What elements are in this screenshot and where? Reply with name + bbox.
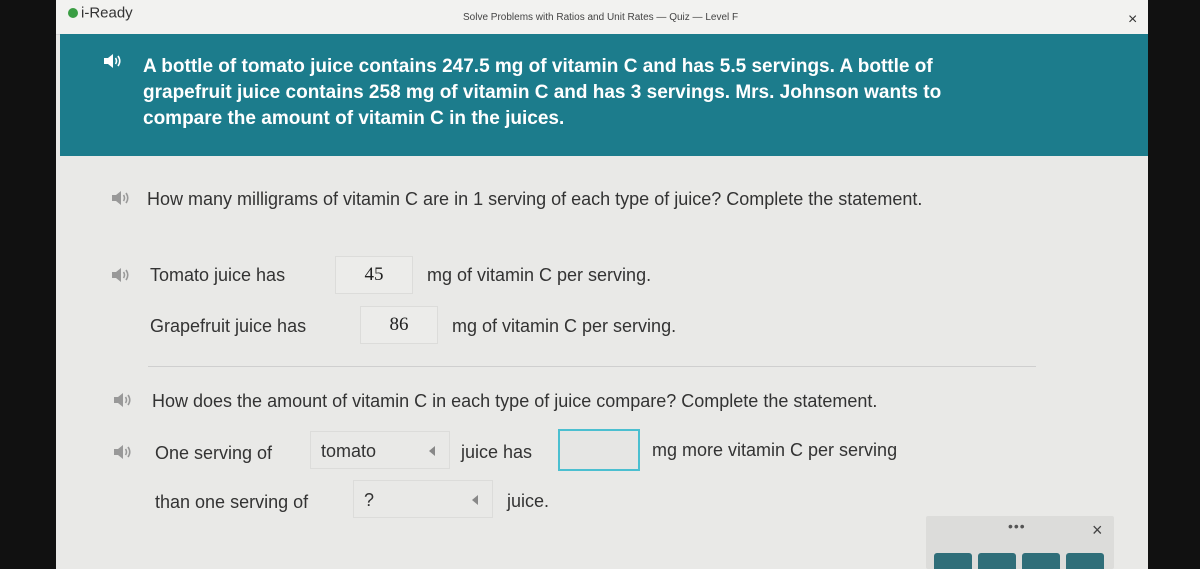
logo-text: i-Ready xyxy=(81,4,133,22)
grapefruit-statement-prefix: Grapefruit juice has xyxy=(150,316,307,336)
question-1-text: How many milligrams of vitamin C are in … xyxy=(147,189,923,209)
comparison-line1-middle: juice has xyxy=(461,442,533,462)
tool-key[interactable] xyxy=(978,553,1016,569)
speaker-icon[interactable] xyxy=(102,53,122,69)
dropdown-1-value: tomato xyxy=(321,441,377,461)
tool-panel: ••• × xyxy=(926,516,1114,569)
section-divider xyxy=(148,366,1036,367)
tool-key[interactable] xyxy=(1022,553,1060,569)
comparison-line1-prefix: One serving of xyxy=(155,443,273,463)
tomato-statement-suffix: mg of vitamin C per serving. xyxy=(427,265,652,285)
tool-panel-close-button[interactable]: × xyxy=(1092,520,1103,541)
juice-type-dropdown-1[interactable]: tomato xyxy=(310,431,450,469)
chevron-left-icon xyxy=(472,495,478,505)
question-stem: A bottle of tomato juice contains 247.5 … xyxy=(60,34,1148,156)
grapefruit-statement-suffix: mg of vitamin C per serving. xyxy=(452,316,677,336)
comparison-line1-suffix: mg more vitamin C per serving xyxy=(652,440,898,460)
speaker-icon[interactable] xyxy=(110,267,130,283)
juice-type-dropdown-2[interactable]: ? xyxy=(353,480,493,518)
comparison-line2-suffix: juice. xyxy=(507,491,550,511)
tool-key[interactable] xyxy=(1066,553,1104,569)
close-button[interactable]: × xyxy=(1128,11,1137,29)
speaker-icon[interactable] xyxy=(110,190,130,206)
chevron-left-icon xyxy=(429,446,435,456)
more-icon[interactable]: ••• xyxy=(1008,518,1026,534)
comparison-line2-prefix: than one serving of xyxy=(155,492,309,512)
page-title: Solve Problems with Ratios and Unit Rate… xyxy=(463,12,739,23)
stem-text: A bottle of tomato juice contains 247.5 … xyxy=(143,56,942,129)
speaker-icon[interactable] xyxy=(112,444,132,460)
tomato-statement-prefix: Tomato juice has xyxy=(150,265,286,285)
grapefruit-answer-field[interactable]: 86 xyxy=(360,306,438,344)
difference-answer-field[interactable] xyxy=(558,429,640,471)
top-bar: i-Ready Solve Problems with Ratios and U… xyxy=(56,0,1148,35)
tomato-answer-field[interactable]: 45 xyxy=(335,256,413,294)
logo-dot-icon xyxy=(68,8,78,19)
dropdown-2-value: ? xyxy=(364,490,375,510)
iready-logo: i-Ready xyxy=(68,4,133,22)
question-2-text: How does the amount of vitamin C in each… xyxy=(152,391,878,411)
tool-key[interactable] xyxy=(934,553,972,569)
quiz-screen: i-Ready Solve Problems with Ratios and U… xyxy=(56,0,1148,569)
speaker-icon[interactable] xyxy=(112,392,132,408)
